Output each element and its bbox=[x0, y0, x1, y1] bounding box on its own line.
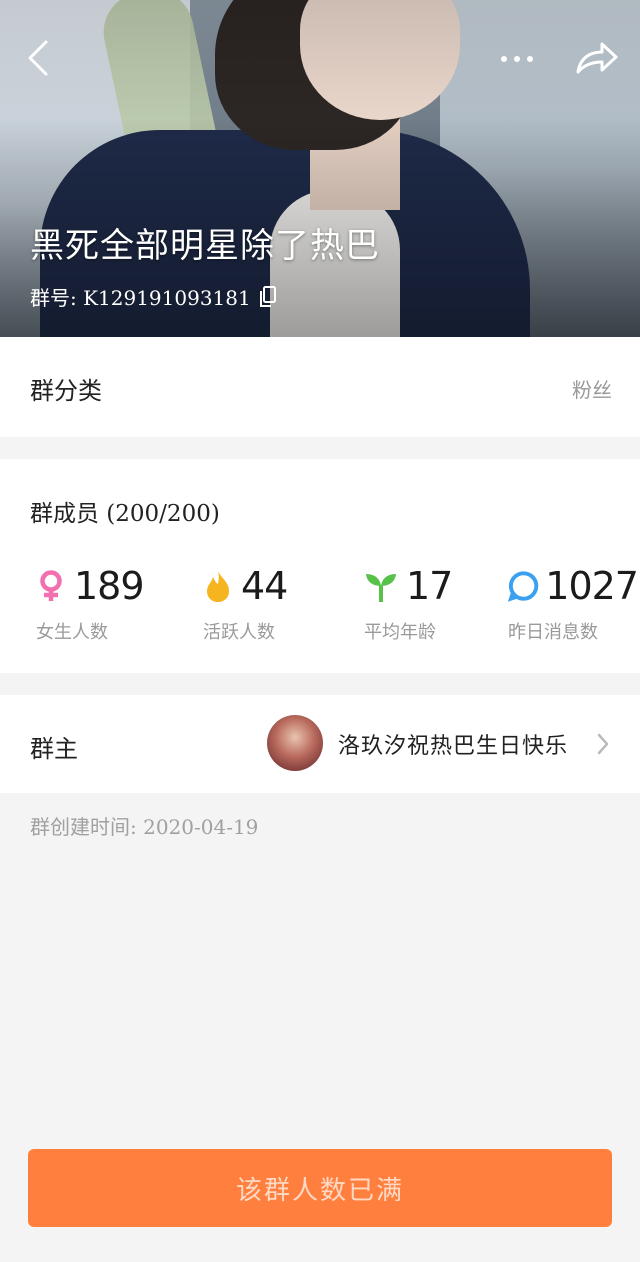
members-label: 群成员 (200/200) bbox=[30, 501, 220, 527]
stat-caption: 昨日消息数 bbox=[508, 622, 598, 643]
group-id-row: 群号: K129191093181 bbox=[30, 282, 277, 311]
category-label: 群分类 bbox=[30, 377, 102, 405]
back-arrow-icon[interactable] bbox=[24, 36, 64, 80]
category-value: 粉丝 bbox=[572, 378, 612, 402]
stat-messages-yesterday: 1027 昨日消息数 bbox=[508, 564, 639, 644]
created-date: 群创建时间: 2020-04-19 bbox=[30, 815, 259, 839]
flame-icon bbox=[207, 571, 229, 602]
sprout-icon bbox=[366, 574, 396, 602]
owner-avatar[interactable] bbox=[267, 715, 323, 771]
message-bubble-icon bbox=[508, 571, 539, 602]
stat-active-count: 44 活跃人数 bbox=[203, 564, 363, 644]
stat-average-age: 17 平均年龄 bbox=[364, 564, 524, 644]
stat-caption: 女生人数 bbox=[36, 622, 108, 643]
owner-row[interactable]: 群主 洛玖汐祝热巴生日快乐 bbox=[0, 695, 640, 793]
category-row: 群分类 粉丝 bbox=[0, 337, 640, 437]
group-name: 黑死全部明星除了热巴 bbox=[30, 226, 380, 266]
stat-value: 44 bbox=[241, 564, 288, 608]
group-id: 群号: K129191093181 bbox=[30, 286, 251, 310]
more-options-icon[interactable] bbox=[498, 44, 538, 74]
join-group-button[interactable]: 该群人数已满 bbox=[28, 1149, 612, 1227]
owner-label: 群主 bbox=[30, 735, 78, 763]
chevron-right-icon bbox=[597, 733, 609, 755]
stat-caption: 活跃人数 bbox=[203, 622, 275, 643]
copy-icon[interactable] bbox=[259, 285, 277, 308]
stat-caption: 平均年龄 bbox=[364, 622, 436, 643]
stat-value: 1027 bbox=[545, 564, 639, 608]
female-icon bbox=[40, 570, 62, 601]
share-icon[interactable] bbox=[574, 38, 620, 78]
stat-value: 189 bbox=[74, 564, 145, 608]
stat-value: 17 bbox=[406, 564, 453, 608]
stat-female-count: 189 女生人数 bbox=[36, 564, 196, 644]
members-card[interactable]: 群成员 (200/200) 189 女生人数 44 活跃人数 17 平均年龄 1… bbox=[0, 459, 640, 673]
owner-name[interactable]: 洛玖汐祝热巴生日快乐 bbox=[338, 728, 568, 760]
